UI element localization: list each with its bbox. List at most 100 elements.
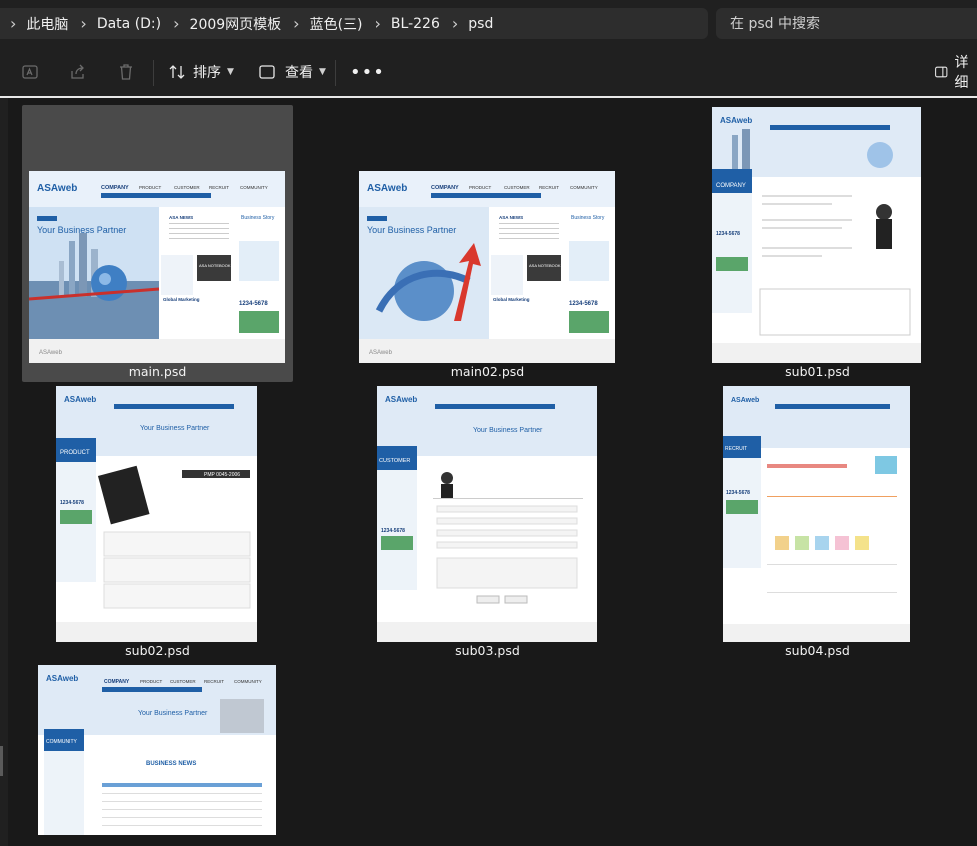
model-number: PMP 0045-2006 — [204, 472, 240, 478]
section-title: COMMUNITY — [46, 739, 77, 745]
brand-logo: ASAweb — [367, 183, 407, 194]
phone-number: 1234-5678 — [60, 500, 84, 506]
chevron-right-icon[interactable]: › — [161, 14, 189, 33]
brand-logo: ASAweb — [385, 395, 417, 404]
file-tile-sub03[interactable]: ASAweb Your Business Partner CUSTOMER 12… — [352, 384, 623, 661]
chevron-right-icon[interactable]: › — [68, 14, 96, 33]
chevron-right-icon[interactable]: › — [363, 14, 391, 33]
file-tile-sub02[interactable]: ASAweb Your Business Partner PRODUCT 123… — [22, 384, 293, 661]
website-preview-image: ASAweb RECRUIT 1234-5678 — [723, 386, 910, 642]
chevron-right-icon[interactable]: › — [0, 14, 26, 33]
breadcrumb-item-this-pc[interactable]: 此电脑 — [26, 14, 68, 34]
file-tile-main[interactable]: ASAweb COMPANY PRODUCT CUSTOMER RECRUIT … — [22, 105, 293, 382]
file-tile-sub01[interactable]: ASAweb COMPANY 1234-5678 sub01.psd — [682, 105, 953, 382]
rename-button[interactable] — [20, 58, 40, 86]
footer-logo: ASAweb — [369, 350, 393, 356]
brand-logo: ASAweb — [37, 183, 77, 194]
address-row: › 此电脑 › Data (D:) › 2009网页模板 › 蓝色(三) › B… — [0, 0, 977, 48]
nav-recruit: RECRUIT — [209, 185, 229, 190]
slogan: Your Business Partner — [37, 225, 126, 235]
details-label: 详细 — [954, 55, 969, 91]
more-icon: ••• — [350, 61, 385, 83]
nav-customer: CUSTOMER — [170, 679, 196, 684]
more-button[interactable]: ••• — [350, 58, 385, 86]
file-thumbnail: ASAweb COMPANY PRODUCT CUSTOMER RECRUIT … — [38, 665, 276, 835]
file-name: main02.psd — [450, 364, 525, 379]
file-name: sub04.psd — [785, 643, 850, 658]
phone-number: 1234-5678 — [716, 231, 740, 237]
chevron-right-icon[interactable]: › — [440, 14, 468, 33]
nav-recruit: RECRUIT — [539, 185, 559, 190]
phone-number: 1234-5678 — [726, 490, 750, 496]
website-preview-image: ASAweb Your Business Partner CUSTOMER 12… — [377, 386, 597, 642]
nav-product: PRODUCT — [139, 185, 162, 190]
view-button[interactable]: 查看 ▼ — [257, 58, 326, 86]
rename-icon — [22, 65, 38, 79]
phone-number: 1234-5678 — [381, 528, 405, 534]
breadcrumb-item-templates[interactable]: 2009网页模板 — [190, 14, 282, 34]
slogan: Your Business Partner — [138, 710, 208, 717]
nav-company: COMPANY — [431, 185, 459, 191]
brand-logo: ASAweb — [731, 397, 759, 404]
file-tile-main02[interactable]: ASAweb COMPANY PRODUCT CUSTOMER RECRUIT … — [352, 105, 623, 382]
file-tile-sub05[interactable]: ASAweb COMPANY PRODUCT CUSTOMER RECRUIT … — [22, 663, 293, 846]
share-button[interactable] — [68, 58, 88, 86]
file-thumbnail: ASAweb RECRUIT 1234-5678 — [723, 386, 910, 642]
breadcrumb-item-drive[interactable]: Data (D:) — [97, 16, 161, 32]
sort-button[interactable]: 排序 ▼ — [167, 58, 234, 86]
slogan: Your Business Partner — [140, 425, 210, 432]
notebook-title: ASA NOTEBOOK — [199, 263, 231, 268]
nav-recruit: RECRUIT — [204, 679, 224, 684]
nav-community: COMMUNITY — [234, 679, 262, 684]
view-label: 查看 — [285, 65, 313, 81]
phone-number: 1234-5678 — [569, 301, 598, 307]
section-title: PRODUCT — [60, 450, 90, 456]
details-pane-icon — [935, 66, 948, 78]
news-title: ASA NEWS — [169, 215, 193, 220]
file-name: sub02.psd — [125, 643, 190, 658]
story-title: Business Story — [241, 215, 275, 221]
scrollbar-thumb[interactable] — [0, 746, 3, 776]
nav-community: COMMUNITY — [570, 185, 598, 190]
website-preview-image: ASAweb COMPANY PRODUCT CUSTOMER RECRUIT … — [359, 171, 615, 363]
search-input[interactable] — [730, 15, 960, 32]
search-box[interactable] — [716, 8, 977, 39]
footer-logo: ASAweb — [39, 350, 63, 356]
file-thumbnail: ASAweb Your Business Partner PRODUCT 123… — [56, 386, 257, 642]
view-icon — [259, 65, 275, 79]
sort-icon — [169, 65, 185, 79]
section-title: COMPANY — [716, 183, 746, 189]
file-tile-sub04[interactable]: ASAweb RECRUIT 1234-5678 sub04.psd — [682, 384, 953, 661]
chevron-right-icon[interactable]: › — [281, 14, 309, 33]
website-preview-image: ASAweb COMPANY PRODUCT CUSTOMER RECRUIT … — [38, 665, 276, 835]
chevron-down-icon: ▼ — [319, 67, 326, 77]
breadcrumb-item-psd[interactable]: psd — [468, 16, 493, 32]
nav-company: COMPANY — [101, 185, 129, 191]
details-pane-button[interactable]: 详细 — [934, 55, 977, 91]
sort-label: 排序 — [193, 65, 221, 81]
share-icon — [71, 64, 84, 79]
nav-product: PRODUCT — [469, 185, 492, 190]
brand-logo: ASAweb — [720, 116, 752, 125]
slogan: Your Business Partner — [367, 225, 456, 235]
file-thumbnail: ASAweb COMPANY PRODUCT CUSTOMER RECRUIT … — [29, 171, 285, 363]
breadcrumb[interactable]: › 此电脑 › Data (D:) › 2009网页模板 › 蓝色(三) › B… — [0, 8, 708, 39]
file-name: main.psd — [128, 364, 187, 379]
delete-icon — [120, 64, 132, 80]
file-thumbnail: ASAweb COMPANY PRODUCT CUSTOMER RECRUIT … — [359, 171, 615, 363]
breadcrumb-item-bl226[interactable]: BL-226 — [391, 16, 440, 32]
story-title: Business Story — [571, 215, 605, 221]
nav-customer: CUSTOMER — [504, 185, 530, 190]
breadcrumb-item-blue[interactable]: 蓝色(三) — [310, 14, 363, 34]
news-title: ASA NEWS — [499, 215, 523, 220]
nav-customer: CUSTOMER — [174, 185, 200, 190]
delete-button[interactable] — [116, 58, 136, 86]
website-preview-image: ASAweb COMPANY PRODUCT CUSTOMER RECRUIT … — [29, 171, 285, 363]
brand-logo: ASAweb — [46, 674, 78, 683]
toolbar-divider — [153, 60, 154, 86]
nav-product: PRODUCT — [140, 679, 163, 684]
section-title: RECRUIT — [725, 446, 747, 452]
file-thumbnail: ASAweb COMPANY 1234-5678 — [712, 107, 921, 363]
nav-community: COMMUNITY — [240, 185, 268, 190]
navigation-pane-edge — [0, 98, 8, 846]
